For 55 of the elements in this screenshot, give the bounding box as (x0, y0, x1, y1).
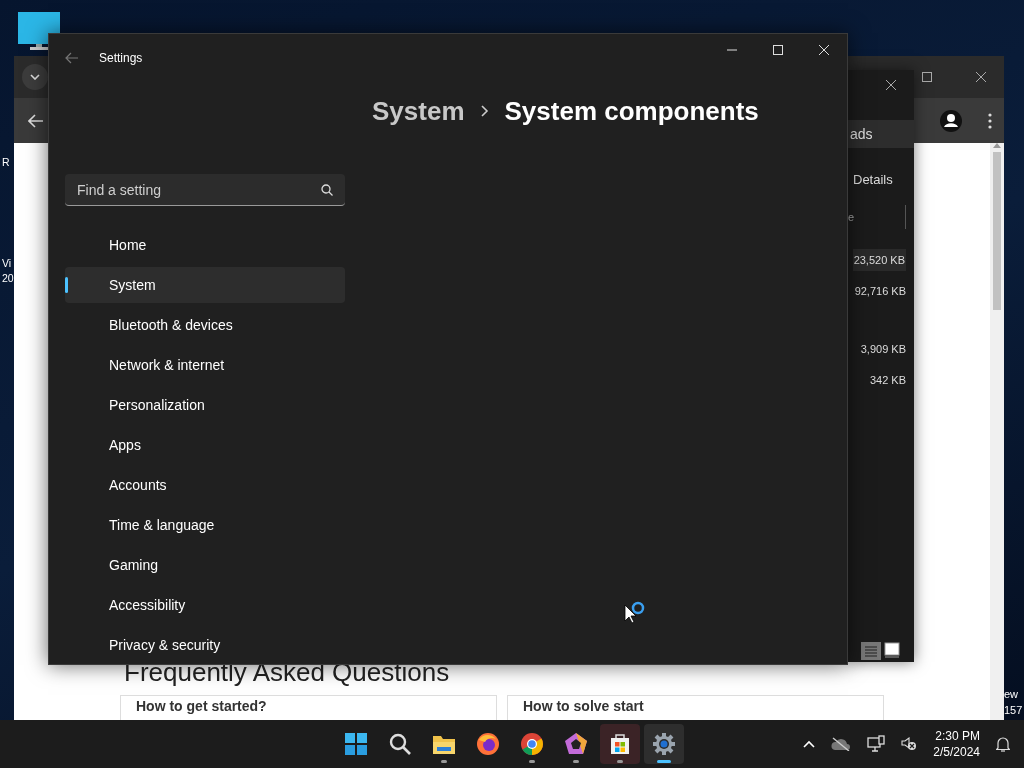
page-title: System components (504, 95, 759, 127)
memory-value: 23,520 KB (852, 249, 906, 271)
chevron-up-icon[interactable] (803, 740, 816, 748)
more-icon[interactable] (988, 112, 992, 129)
browser-icon (520, 732, 544, 756)
speaker-muted-icon[interactable] (901, 737, 918, 751)
nav-item[interactable]: Gaming (65, 547, 345, 583)
nav-item[interactable]: Accessibility (65, 587, 345, 623)
memory-value: 3,909 KB (860, 342, 906, 357)
nav-item[interactable]: Home (65, 227, 345, 263)
fox-browser-icon (476, 732, 500, 756)
desktop-label: 20 (2, 271, 14, 286)
search-input[interactable]: Find a setting (75, 180, 321, 199)
windows-logo-icon (344, 732, 368, 756)
search-icon[interactable] (321, 183, 333, 196)
nav-item[interactable]: System (65, 267, 345, 303)
nav-item[interactable]: Accounts (65, 467, 345, 503)
desktop-label: Vi (2, 256, 13, 271)
bell-icon[interactable] (996, 736, 1010, 752)
maximize-icon[interactable] (922, 72, 932, 82)
breadcrumb-parent[interactable]: System (372, 95, 465, 127)
nav-item[interactable]: Personalization (65, 387, 345, 423)
cloud-off-icon[interactable] (831, 737, 852, 751)
nav-item[interactable]: Apps (65, 427, 345, 463)
nav-item[interactable]: Bluetooth & devices (65, 307, 345, 343)
desktop-label: 157 (1004, 703, 1023, 718)
search-icon (388, 732, 412, 756)
scrollbar-thumb[interactable] (993, 152, 1001, 310)
chevron-right-icon (480, 105, 489, 117)
desktop-label: ew (1004, 687, 1020, 702)
monitor-icon[interactable] (18, 12, 62, 50)
clock-time[interactable]: 2:30 PM (935, 728, 980, 744)
close-icon[interactable] (976, 72, 986, 82)
window-title: Settings (99, 50, 144, 65)
busy-cursor-icon (624, 601, 645, 624)
desktop-label: R (2, 156, 10, 168)
dropdown-button[interactable] (22, 64, 48, 90)
pentagon-app-icon (564, 732, 588, 756)
memory-value: 342 KB (869, 373, 906, 388)
nav-item[interactable]: Network & internet (65, 347, 345, 383)
details-label: Details (852, 172, 894, 187)
gear-icon (652, 732, 676, 756)
nav-item[interactable]: Time & language (65, 507, 345, 543)
clock-date[interactable]: 2/5/2024 (933, 744, 980, 760)
taskbar-button[interactable] (644, 724, 684, 764)
store-bag-icon (608, 732, 632, 756)
tile-view-icon[interactable] (884, 642, 900, 658)
profile-icon[interactable] (940, 109, 962, 132)
chevron-down-icon (30, 74, 40, 80)
close-icon[interactable] (886, 80, 896, 90)
memory-value: 92,716 KB (854, 284, 906, 299)
taskbar-button[interactable] (600, 724, 640, 764)
nav-tab[interactable]: ads (848, 120, 914, 148)
search-box[interactable]: Find a setting (65, 174, 345, 206)
network-icon[interactable] (867, 735, 886, 753)
